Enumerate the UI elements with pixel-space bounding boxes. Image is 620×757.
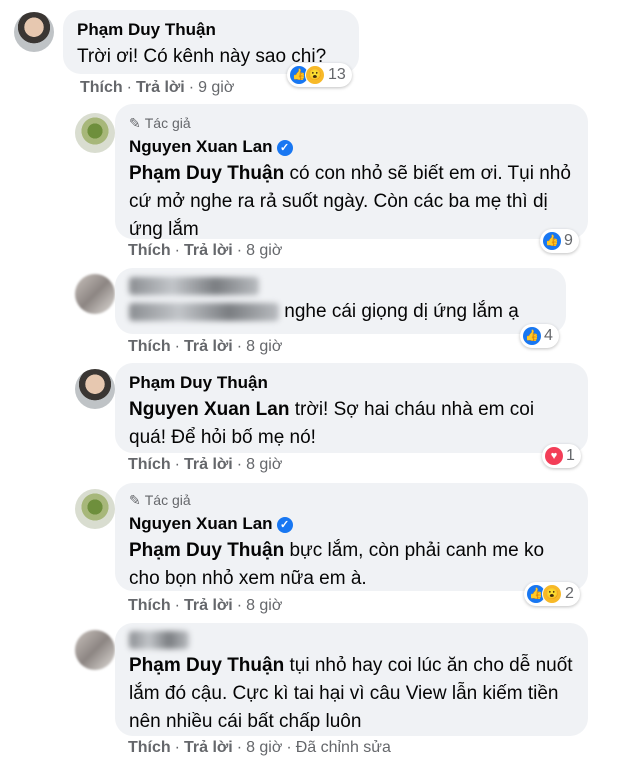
- commenter-name[interactable]: Phạm Duy Thuận: [77, 19, 345, 41]
- mention-link[interactable]: Phạm Duy Thuận: [129, 163, 284, 184]
- blurred-name: [129, 277, 552, 295]
- like-icon: 👍: [523, 327, 541, 345]
- reaction-summary[interactable]: ♥ 1: [542, 444, 581, 468]
- reply-button[interactable]: Trả lời: [184, 242, 233, 259]
- timestamp[interactable]: 9 giờ: [198, 79, 234, 96]
- commenter-name[interactable]: Nguyen Xuan Lan ✓: [129, 513, 574, 535]
- comment-bubble: nghe cái giọng dị ứng lắm ạ: [115, 268, 566, 334]
- edited-label[interactable]: Đã chỉnh sửa: [296, 739, 391, 756]
- commenter-name[interactable]: Nguyen Xuan Lan ✓: [129, 136, 574, 158]
- comment-text: nghe cái giọng dị ứng lắm ạ: [129, 298, 552, 326]
- avatar[interactable]: [75, 113, 115, 153]
- avatar[interactable]: [75, 274, 115, 314]
- comment-actions: Thích · Trả lời · 8 giờ: [128, 597, 283, 614]
- reaction-count: 1: [566, 447, 575, 464]
- avatar[interactable]: [14, 12, 54, 52]
- verified-badge-icon: ✓: [276, 139, 293, 156]
- mention-link[interactable]: Phạm Duy Thuận: [129, 540, 284, 561]
- reply-button[interactable]: Trả lời: [184, 456, 233, 473]
- author-tag: ✎ Tác giả: [129, 492, 191, 508]
- timestamp[interactable]: 8 giờ: [246, 338, 282, 355]
- reply-button[interactable]: Trả lời: [136, 79, 185, 96]
- blurred-name: [129, 631, 574, 649]
- timestamp[interactable]: 8 giờ: [246, 739, 282, 756]
- pen-icon: ✎: [129, 492, 141, 508]
- like-button[interactable]: Thích: [80, 79, 123, 96]
- commenter-name[interactable]: Phạm Duy Thuận: [129, 372, 574, 394]
- verified-badge-icon: ✓: [276, 516, 293, 533]
- reaction-count: 13: [328, 66, 346, 83]
- reaction-count: 9: [564, 232, 573, 249]
- comment-text: Phạm Duy Thuận có con nhỏ sẽ biết em ơi.…: [129, 163, 571, 240]
- avatar[interactable]: [75, 489, 115, 529]
- reaction-summary[interactable]: 👍 9: [540, 229, 579, 253]
- mention-link[interactable]: Phạm Duy Thuận: [129, 655, 284, 676]
- author-tag: ✎ Tác giả: [129, 115, 191, 131]
- wow-icon: 😮: [305, 65, 325, 85]
- reply-button[interactable]: Trả lời: [184, 597, 233, 614]
- pen-icon: ✎: [129, 115, 141, 131]
- like-button[interactable]: Thích: [128, 597, 171, 614]
- mention-link[interactable]: Nguyen Xuan Lan: [129, 399, 289, 420]
- like-button[interactable]: Thích: [128, 242, 171, 259]
- comment-text: Phạm Duy Thuận tụi nhỏ hay coi lúc ăn ch…: [129, 655, 573, 733]
- comment-bubble: Phạm Duy Thuận tụi nhỏ hay coi lúc ăn ch…: [115, 623, 588, 736]
- avatar[interactable]: [75, 630, 115, 670]
- timestamp[interactable]: 8 giờ: [246, 242, 282, 259]
- reply-button[interactable]: Trả lời: [184, 338, 233, 355]
- timestamp[interactable]: 8 giờ: [246, 456, 282, 473]
- reaction-summary[interactable]: 👍 😮 2: [524, 582, 580, 606]
- avatar[interactable]: [75, 369, 115, 409]
- reaction-summary[interactable]: 👍 😮 13: [287, 63, 352, 87]
- comment-actions: Thích · Trả lời · 9 giờ: [80, 79, 235, 96]
- reaction-count: 4: [544, 327, 553, 344]
- comment-bubble: Phạm Duy Thuận Nguyen Xuan Lan trời! Sợ …: [115, 363, 588, 453]
- heart-icon: ♥: [545, 447, 563, 465]
- comment-actions: Thích · Trả lời · 8 giờ: [128, 456, 283, 473]
- timestamp[interactable]: 8 giờ: [246, 597, 282, 614]
- comment-bubble: ✎ Tác giả Nguyen Xuan Lan ✓ Phạm Duy Thuận…: [115, 104, 588, 240]
- reaction-summary[interactable]: 👍 4: [520, 324, 559, 348]
- comment-text: Phạm Duy Thuận bực lắm, còn phải canh me…: [129, 540, 545, 589]
- like-button[interactable]: Thích: [128, 338, 171, 355]
- like-icon: 👍: [543, 232, 561, 250]
- comment-text: Nguyen Xuan Lan trời! Sợ hai cháu nhà em…: [129, 399, 535, 448]
- wow-icon: 😮: [542, 584, 562, 604]
- like-button[interactable]: Thích: [128, 456, 171, 473]
- reply-button[interactable]: Trả lời: [184, 739, 233, 756]
- comment-bubble: ✎ Tác giả Nguyen Xuan Lan ✓ Phạm Duy Thuận…: [115, 483, 588, 591]
- comment-actions: Thích · Trả lời · 8 giờ: [128, 338, 283, 355]
- comment-actions: Thích · Trả lời · 8 giờ · Đã chỉnh sửa: [128, 739, 391, 756]
- like-button[interactable]: Thích: [128, 739, 171, 756]
- reaction-count: 2: [565, 585, 574, 602]
- comment-actions: Thích · Trả lời · 8 giờ: [128, 242, 283, 259]
